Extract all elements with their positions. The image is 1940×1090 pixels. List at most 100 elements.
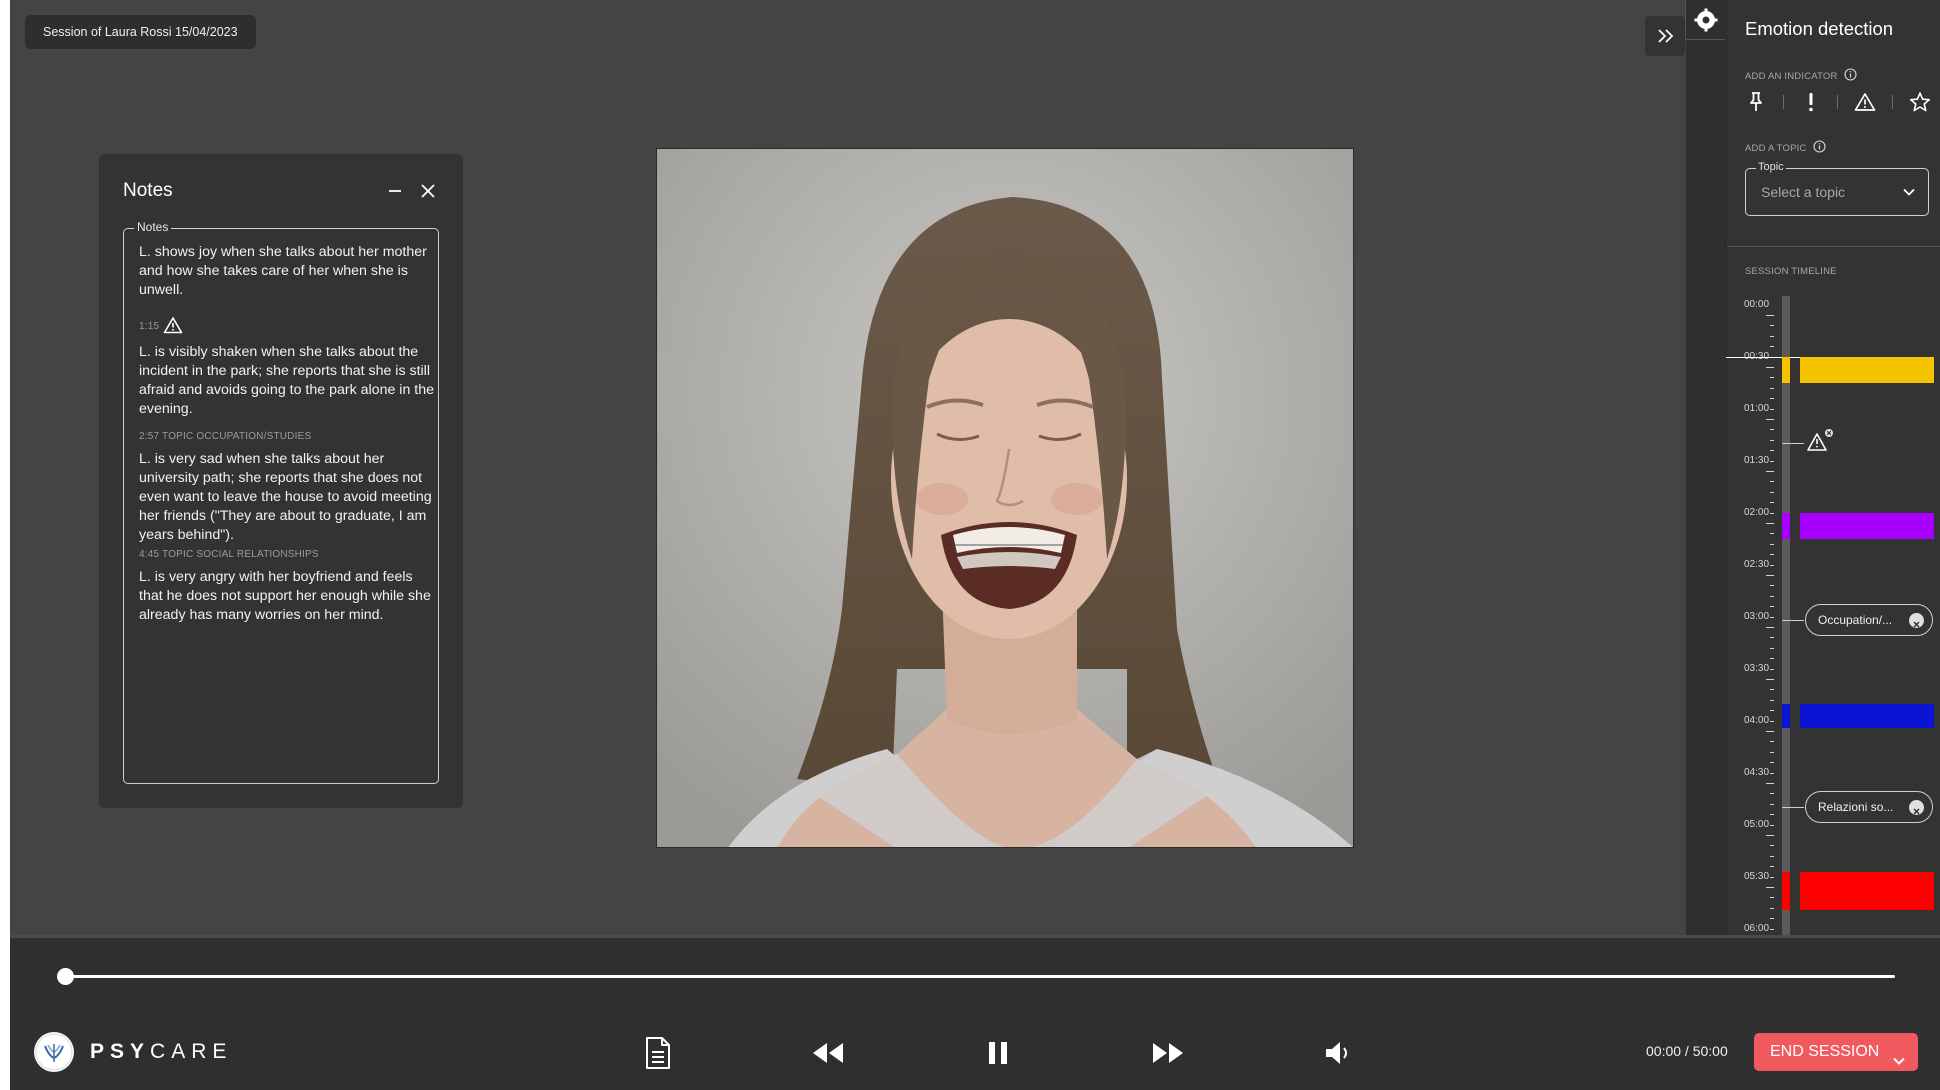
topic-field-label: Topic	[1756, 161, 1786, 173]
timeline-tick	[1766, 523, 1774, 524]
timeline-tick	[1770, 699, 1774, 701]
progress-handle[interactable]	[57, 968, 74, 985]
timeline-tick	[1770, 637, 1774, 639]
timeline-section-label: SESSION TIMELINE	[1745, 266, 1837, 277]
warning-icon[interactable]	[1806, 429, 1834, 453]
brand-bold: PSY	[90, 1040, 151, 1063]
note-text: L. shows joy when she talks about her mo…	[139, 244, 427, 298]
timeline-tick	[1766, 471, 1774, 472]
timeline-tick	[1770, 377, 1774, 379]
separator	[1892, 95, 1894, 109]
emotion-bar[interactable]	[1800, 357, 1934, 383]
topic-section-label: ADD A TOPIC	[1745, 140, 1826, 156]
pin-icon[interactable]	[1745, 91, 1767, 113]
warning-icon	[163, 316, 183, 337]
divider	[10, 935, 1940, 938]
remove-icon[interactable]	[1909, 612, 1924, 628]
rewind-icon[interactable]	[808, 1033, 848, 1073]
topic-select[interactable]: Topic Select a topic	[1745, 161, 1929, 216]
timeline-tick	[1770, 606, 1774, 608]
timeline-tick	[1770, 398, 1774, 400]
pause-icon[interactable]	[978, 1033, 1018, 1073]
notes-textarea[interactable]: Notes L. shows joy when she talks about …	[123, 220, 439, 784]
topic-chip-label: Occupation/...	[1818, 612, 1893, 627]
exclamation-icon[interactable]	[1800, 91, 1822, 113]
emotion-bar-marker	[1782, 871, 1790, 910]
minimize-icon[interactable]	[384, 180, 406, 202]
emotion-bar[interactable]	[1800, 513, 1934, 539]
timeline-tick	[1770, 689, 1774, 691]
app-window: Session of Laura Rossi 15/04/2023 Notes …	[10, 0, 1940, 1090]
topic-chip[interactable]: Occupation/...	[1805, 603, 1933, 636]
timeline-tick	[1770, 845, 1774, 847]
timeline-time-label: 02:00	[1744, 507, 1770, 518]
timeline-tick	[1770, 325, 1774, 327]
timeline-tick	[1770, 554, 1774, 556]
timeline-time-label: 00:00	[1744, 299, 1770, 310]
timeline-tick	[1770, 543, 1774, 545]
fast-forward-icon[interactable]	[1148, 1033, 1188, 1073]
emotion-bar[interactable]	[1800, 703, 1934, 728]
timeline-tick	[1766, 731, 1774, 732]
brand-light: CARE	[150, 1040, 233, 1063]
divider	[1727, 246, 1940, 247]
timeline-tick	[1770, 710, 1774, 712]
timeline-connector	[1782, 807, 1804, 808]
note-text: L. is very sad when she talks about her …	[139, 451, 432, 543]
timeline-tick	[1770, 346, 1774, 348]
timeline-tick	[1770, 897, 1774, 899]
timeline-time-label: 04:30	[1744, 767, 1770, 778]
timeline-tick	[1766, 887, 1774, 888]
note-time: 1:15	[139, 321, 160, 332]
emotion-bar-marker	[1782, 703, 1790, 728]
timeline-tick	[1770, 647, 1774, 649]
timeline-tick	[1770, 387, 1774, 389]
settings-icon[interactable]	[1685, 0, 1725, 40]
timeline-tick	[1770, 907, 1774, 909]
timeline-time-label: 01:00	[1744, 403, 1770, 414]
timeline-tick	[1770, 762, 1774, 764]
progress-track[interactable]	[65, 975, 1895, 978]
indicator-section-label: ADD AN INDICATOR	[1745, 68, 1857, 84]
separator	[1782, 95, 1784, 109]
indicator-toolbar	[1745, 90, 1931, 114]
timeline-tick	[1770, 814, 1774, 816]
separator	[1837, 95, 1839, 109]
indicator-label-text: ADD AN INDICATOR	[1745, 70, 1838, 82]
notes-icon[interactable]	[638, 1033, 678, 1073]
close-icon[interactable]	[417, 180, 439, 202]
timeline-time-label: 02:30	[1744, 559, 1770, 570]
session-label: Session of Laura Rossi 15/04/2023	[25, 15, 256, 49]
warning-icon[interactable]	[1854, 91, 1876, 113]
brand-name: PSYCARE	[90, 1040, 232, 1064]
end-session-button[interactable]: END SESSION	[1754, 1033, 1918, 1071]
emotion-bar[interactable]	[1800, 871, 1934, 910]
topic-placeholder: Select a topic	[1761, 184, 1846, 200]
remove-icon[interactable]	[1909, 800, 1924, 815]
topic-chip[interactable]: Relazioni so...	[1805, 791, 1933, 823]
volume-icon[interactable]	[1318, 1033, 1358, 1073]
timeline-tick	[1770, 335, 1774, 337]
timeline-tick	[1770, 450, 1774, 452]
psycare-logo	[34, 1032, 74, 1072]
info-icon[interactable]	[1844, 68, 1857, 84]
timeline-time-label: 05:30	[1744, 871, 1770, 882]
end-session-label: END SESSION	[1770, 1043, 1880, 1060]
timeline-tick	[1766, 783, 1774, 784]
notes-panel: Notes Notes L. shows joy when she talks …	[99, 154, 463, 808]
timeline-time-label: 04:00	[1744, 715, 1770, 726]
timeline-tick	[1770, 793, 1774, 795]
info-icon[interactable]	[1812, 140, 1826, 156]
timeline-time-label: 03:30	[1744, 663, 1770, 674]
star-icon[interactable]	[1909, 91, 1931, 113]
emotion-bar-marker	[1782, 357, 1790, 383]
timeline-tick	[1770, 439, 1774, 441]
timeline-tick	[1770, 803, 1774, 805]
timeline-tick	[1770, 481, 1774, 483]
timeline-tick	[1770, 751, 1774, 753]
collapse-panel-button[interactable]	[1645, 16, 1685, 56]
note-text: L. is visibly shaken when she talks abou…	[139, 344, 434, 417]
timeline-strip	[1686, 0, 1726, 935]
timeline-connector	[1782, 619, 1804, 621]
timeline-tick	[1770, 855, 1774, 857]
